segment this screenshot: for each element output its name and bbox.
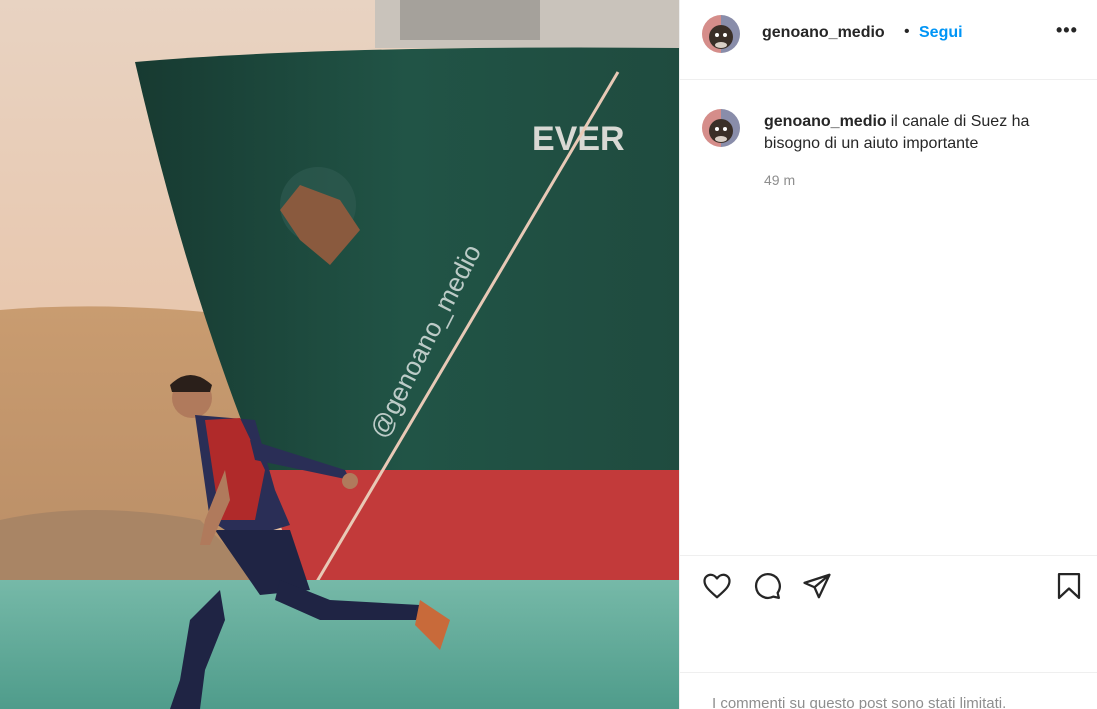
comments-limited-notice: I commenti su questo post sono stati lim… <box>712 695 1007 709</box>
post-photo[interactable]: EVER @genoano_medio <box>0 0 679 709</box>
bookmark-icon <box>1057 573 1081 599</box>
comment-avatar[interactable] <box>702 109 740 147</box>
separator-dot: • <box>904 23 910 40</box>
avatar-icon <box>702 109 740 147</box>
post-header: genoano_medio • Segui ••• <box>680 0 1097 80</box>
follow-button[interactable]: Segui <box>919 24 963 42</box>
action-bar <box>680 555 1097 673</box>
post-image: EVER @genoano_medio <box>0 0 679 709</box>
share-button[interactable] <box>802 571 832 601</box>
post-panel: genoano_medio • Segui ••• genoano_medio i… <box>679 0 1097 709</box>
header-username[interactable]: genoano_medio <box>762 24 885 42</box>
share-icon <box>803 573 831 599</box>
caption: genoano_medio il canale di Suez ha bisogn… <box>764 111 1084 155</box>
comment-username[interactable]: genoano_medio <box>764 113 887 130</box>
post-time[interactable]: 49 m <box>764 172 795 188</box>
heart-icon <box>703 573 731 599</box>
save-button[interactable] <box>1054 571 1084 601</box>
more-options-button[interactable]: ••• <box>1056 20 1078 41</box>
like-button[interactable] <box>702 571 732 601</box>
avatar-icon <box>702 15 740 53</box>
canal-water <box>0 580 679 709</box>
comment-icon <box>755 573 781 599</box>
comment-button[interactable] <box>752 571 782 601</box>
avatar[interactable] <box>702 15 740 53</box>
